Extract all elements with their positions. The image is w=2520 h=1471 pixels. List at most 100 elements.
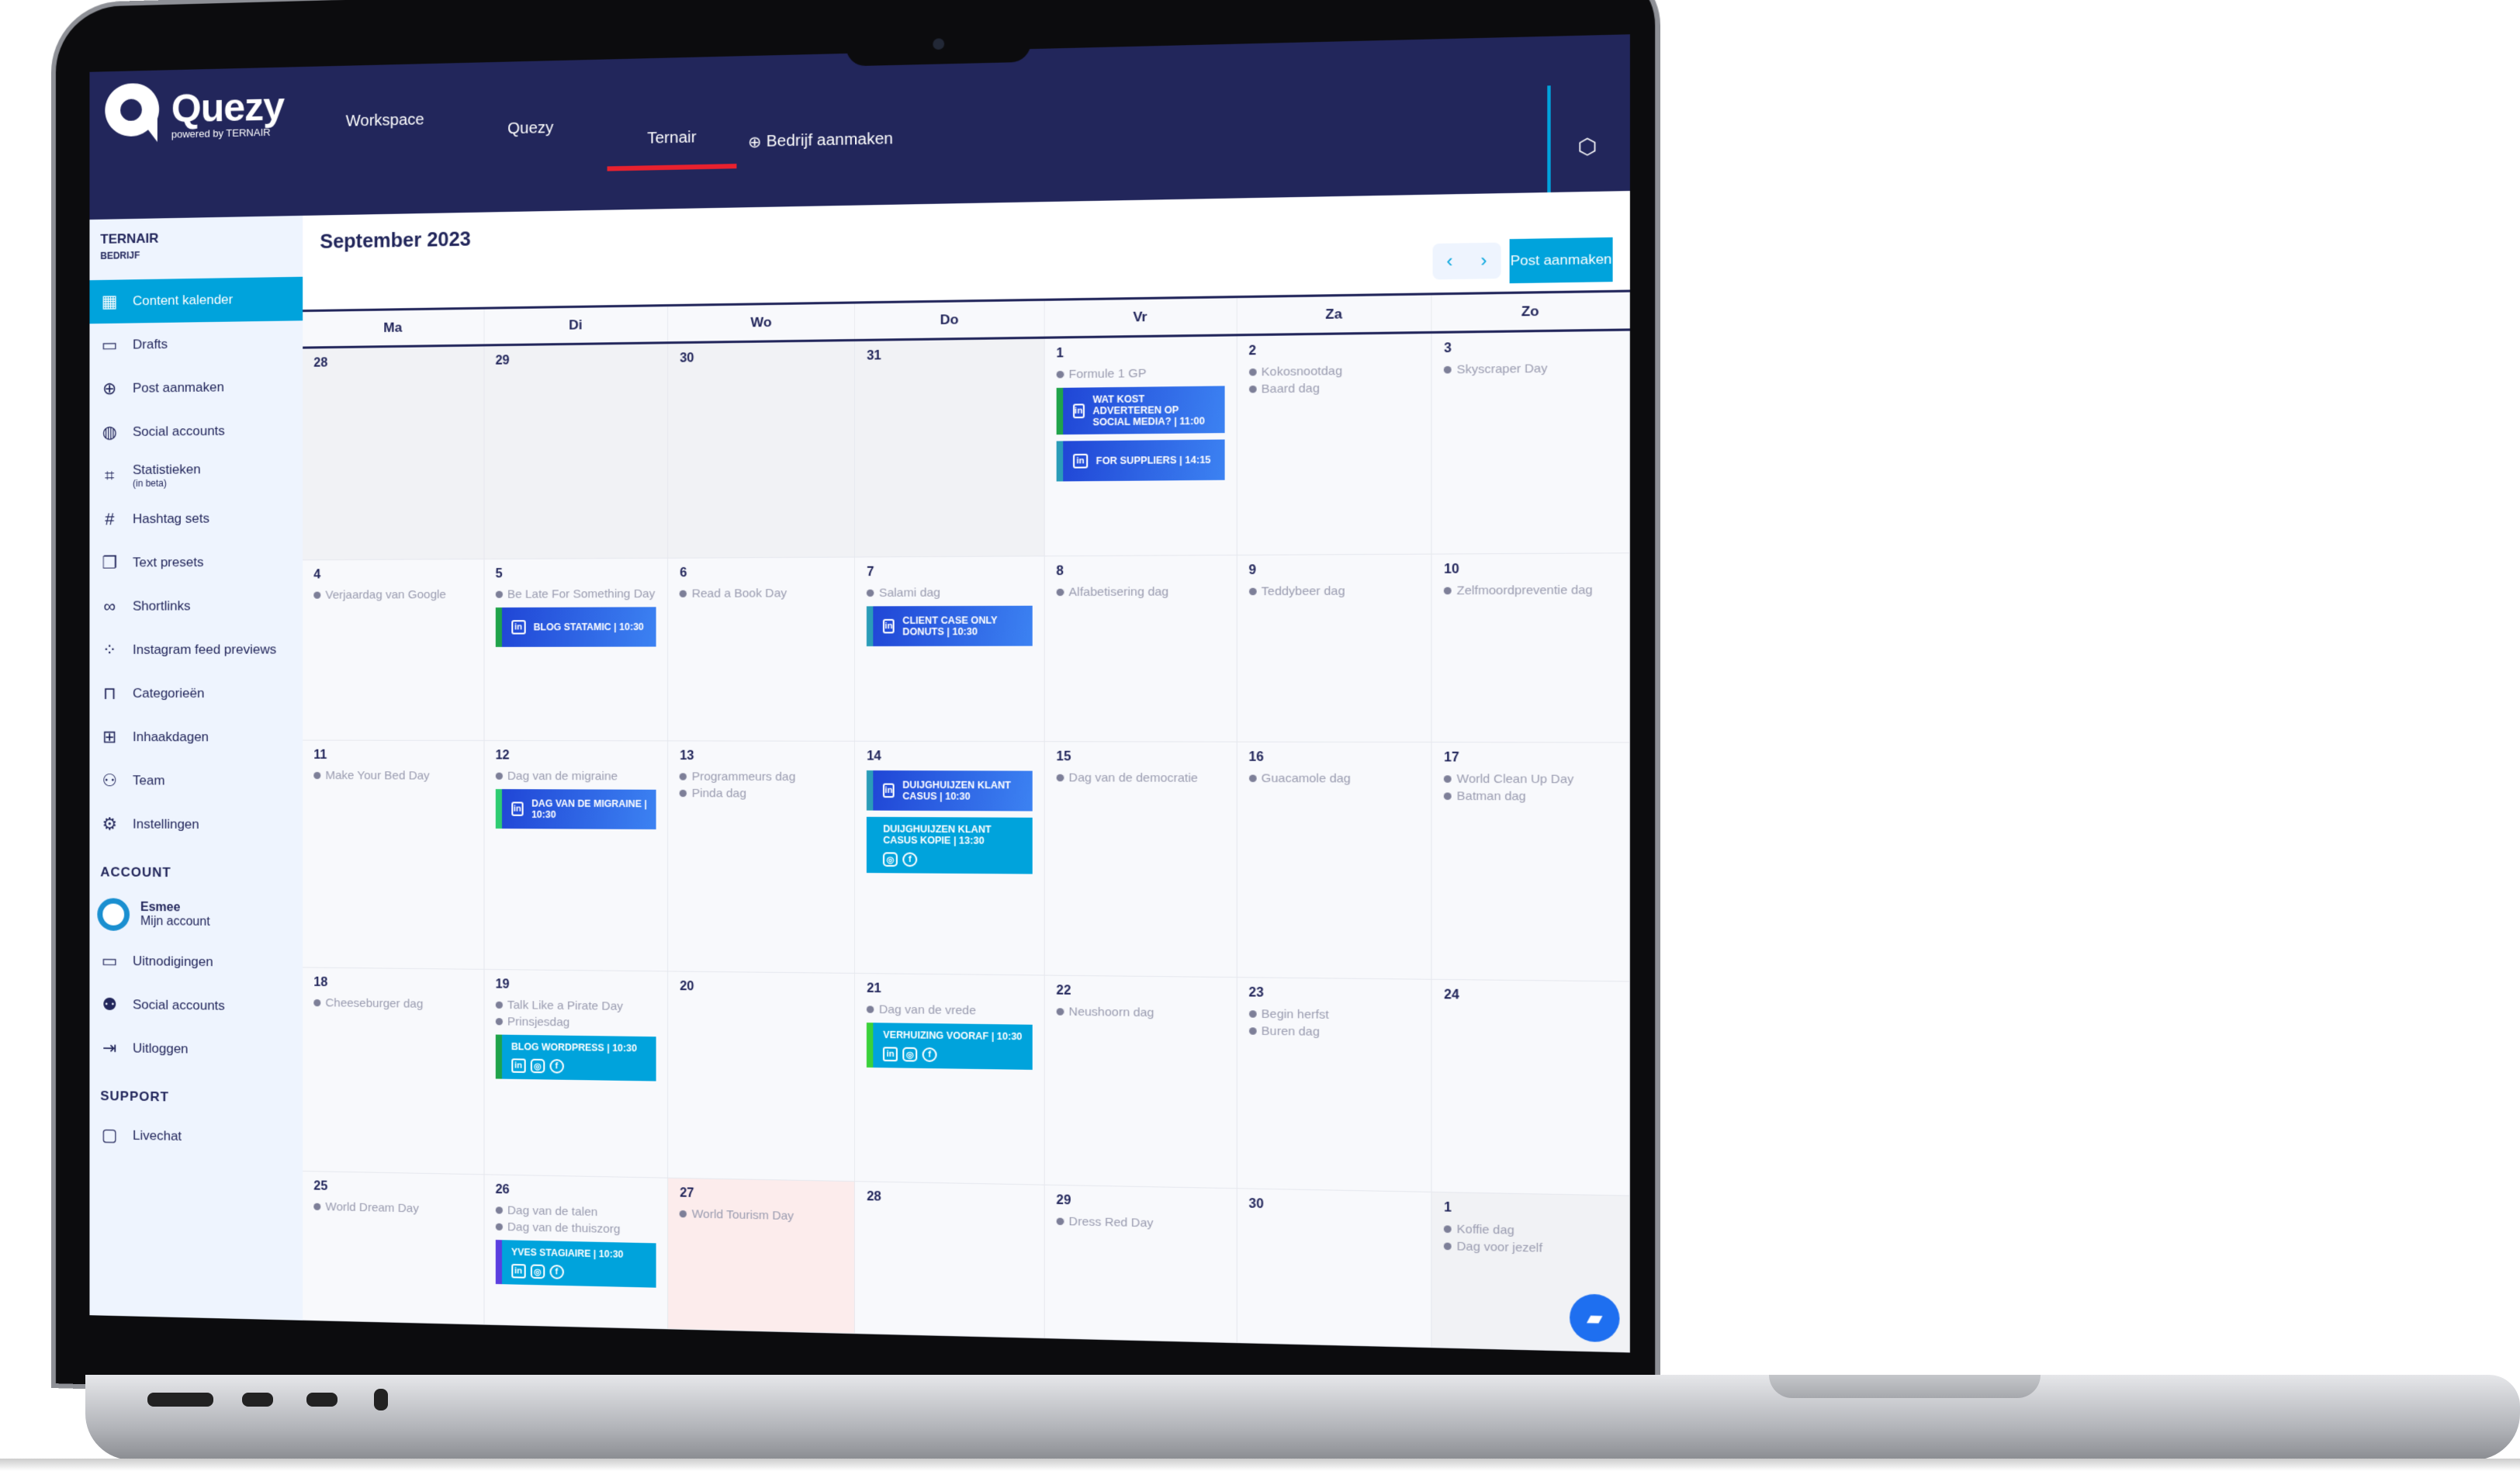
day-cell[interactable]: 24: [1431, 979, 1630, 1196]
holiday-item[interactable]: Verjaardag van Google: [313, 588, 472, 602]
holiday-item[interactable]: World Dream Day: [313, 1200, 472, 1217]
day-cell[interactable]: 28: [303, 346, 485, 561]
chevron-right-icon[interactable]: ›: [1480, 250, 1487, 272]
tab-ternair[interactable]: Ternair: [607, 127, 737, 171]
scheduled-post[interactable]: in BLOG STATAMIC | 10:30: [495, 607, 657, 647]
holiday-item[interactable]: Dag van de talen: [495, 1203, 657, 1220]
scheduled-post[interactable]: BLOG WORDPRESS | 10:30 in ◎ f: [495, 1034, 657, 1082]
scheduled-post[interactable]: in FOR SUPPLIERS | 14:15: [1056, 439, 1225, 482]
sidebar-item-text-presets[interactable]: ❐ Text presets: [89, 540, 303, 585]
scheduled-post[interactable]: YVES STAGIAIRE | 10:30 in ◎ f: [495, 1240, 657, 1288]
scheduled-post[interactable]: VERHUIZING VOORAF | 10:30 in ◎ f: [867, 1023, 1033, 1070]
holiday-item[interactable]: World Clean Up Day: [1444, 772, 1617, 787]
cube-icon[interactable]: ⬡: [1577, 134, 1597, 160]
day-cell[interactable]: 29 Dress Red Day: [1044, 1185, 1238, 1344]
holiday-item[interactable]: Koffie dag: [1444, 1222, 1617, 1239]
holiday-item[interactable]: Prinsjesdag: [495, 1015, 657, 1030]
holiday-item[interactable]: Pinda dag: [680, 787, 843, 801]
day-cell[interactable]: 31: [855, 338, 1045, 558]
sidebar-item-drafts[interactable]: ▭ Drafts: [89, 320, 303, 367]
tab-quezy[interactable]: Quezy: [507, 119, 553, 162]
scheduled-post[interactable]: in WAT KOST ADVERTEREN OP SOCIAL MEDIA? |…: [1056, 386, 1225, 435]
day-cell[interactable]: 25 World Dream Day: [303, 1171, 485, 1325]
create-post-button[interactable]: Post aanmaken: [1509, 237, 1613, 284]
holiday-item[interactable]: Be Late For Something Day: [495, 587, 657, 601]
day-cell[interactable]: 16 Guacamole dag: [1237, 742, 1432, 980]
sidebar-item-social-accounts[interactable]: ◍ Social accounts: [89, 408, 303, 454]
sidebar-item-uitnodigingen[interactable]: ▭ Uitnodigingen: [89, 939, 303, 985]
day-cell[interactable]: 27 World Tourism Day: [668, 1178, 856, 1334]
day-cell[interactable]: 21 Dag van de vrede VERHUIZING VOORAF | 10…: [855, 973, 1045, 1185]
holiday-item[interactable]: Formule 1 GP: [1056, 365, 1224, 381]
scheduled-post[interactable]: in DAG VAN DE MIGRAINE | 10:30: [495, 789, 657, 830]
livechat-button[interactable]: ▰: [1570, 1293, 1620, 1343]
day-cell[interactable]: 22 Neushoorn dag: [1044, 975, 1238, 1189]
holiday-item[interactable]: Batman dag: [1444, 789, 1617, 804]
sidebar-item-social-accounts[interactable]: ⚉ Social accounts: [89, 983, 303, 1030]
holiday-item[interactable]: Baard dag: [1248, 380, 1419, 396]
holiday-item[interactable]: Dag van de democratie: [1056, 771, 1224, 785]
holiday-item[interactable]: Programmeurs dag: [680, 770, 843, 784]
holiday-item[interactable]: Talk Like a Pirate Day: [495, 999, 657, 1014]
day-cell[interactable]: 26 Dag van de talen Dag van de thuiszorg YV…: [484, 1175, 669, 1330]
holiday-item[interactable]: Neushoorn dag: [1056, 1005, 1224, 1020]
sidebar-item-instagram-feed-previews[interactable]: ⁘ Instagram feed previews: [89, 628, 303, 672]
scheduled-post[interactable]: DUIJGHUIJZEN KLANT CASUS KOPIE | 13:30 ◎ f: [867, 816, 1033, 874]
holiday-item[interactable]: Dag van de migraine: [495, 770, 657, 784]
day-cell[interactable]: 29: [484, 344, 669, 560]
holiday-item[interactable]: Make Your Bed Day: [313, 769, 472, 783]
sidebar-item-team[interactable]: ⚇ Team: [89, 759, 303, 803]
holiday-item[interactable]: Dress Red Day: [1056, 1214, 1224, 1231]
day-cell[interactable]: 30: [1237, 1189, 1432, 1348]
holiday-item[interactable]: Zelfmoordpreventie dag: [1444, 583, 1617, 598]
day-cell[interactable]: 23 Begin herfst Buren dag: [1237, 978, 1432, 1192]
sidebar-item-content-kalender[interactable]: ▦ Content kalender: [89, 276, 303, 324]
sidebar-item-uitloggen[interactable]: ⇥ Uitloggen: [89, 1026, 303, 1073]
holiday-item[interactable]: Teddybeer dag: [1248, 584, 1419, 599]
day-cell[interactable]: 2 Kokosnootdag Baard dag: [1237, 334, 1432, 556]
day-cell[interactable]: 13 Programmeurs dag Pinda dag: [668, 741, 856, 974]
scheduled-post[interactable]: in CLIENT CASE ONLY DONUTS | 10:30: [867, 605, 1033, 647]
day-cell[interactable]: 17 World Clean Up Day Batman dag: [1431, 742, 1630, 982]
holiday-item[interactable]: Kokosnootdag: [1248, 363, 1419, 379]
holiday-item[interactable]: World Tourism Day: [680, 1207, 843, 1224]
holiday-item[interactable]: Read a Book Day: [680, 587, 843, 601]
day-cell[interactable]: 28: [855, 1182, 1045, 1339]
sidebar-item-categorie-n[interactable]: ⊓ Categorieën: [89, 672, 303, 716]
quezy-logo[interactable]: Quezy powered by TERNAIR: [100, 75, 284, 150]
user-account[interactable]: Esmee Mijn account: [89, 889, 303, 941]
sidebar-item-shortlinks[interactable]: ∞ Shortlinks: [89, 584, 303, 628]
day-cell[interactable]: 8 Alfabetisering dag: [1044, 555, 1238, 742]
holiday-item[interactable]: Dag van de vrede: [867, 1002, 1033, 1018]
holiday-item[interactable]: Dag voor jezelf: [1444, 1239, 1617, 1257]
day-cell[interactable]: 30: [668, 341, 856, 559]
create-company-button[interactable]: ⊕ Bedrijf aanmaken: [748, 130, 893, 177]
day-cell[interactable]: 6 Read a Book Day: [668, 557, 856, 742]
day-cell[interactable]: 10 Zelfmoordpreventie dag: [1431, 553, 1630, 743]
day-cell[interactable]: 20: [668, 971, 856, 1182]
my-account-link[interactable]: Mijn account: [140, 915, 210, 929]
sidebar-item-livechat[interactable]: ▢ Livechat: [89, 1113, 303, 1161]
day-cell[interactable]: 15 Dag van de democratie: [1044, 742, 1238, 978]
holiday-item[interactable]: Begin herfst: [1248, 1007, 1419, 1023]
day-cell[interactable]: 9 Teddybeer dag: [1237, 554, 1432, 743]
sidebar-item-hashtag-sets[interactable]: # Hashtag sets: [89, 496, 303, 541]
scheduled-post[interactable]: in DUIJGHUIJZEN KLANT CASUS | 10:30: [867, 770, 1033, 812]
holiday-item[interactable]: Cheeseburger dag: [313, 996, 472, 1012]
day-cell[interactable]: 12 Dag van de migraine in DAG VAN DE MIGRAI…: [484, 740, 669, 972]
day-cell[interactable]: 5 Be Late For Something Day in BLOG STATAMI…: [484, 558, 669, 742]
holiday-item[interactable]: Alfabetisering dag: [1056, 585, 1224, 600]
holiday-item[interactable]: Buren dag: [1248, 1024, 1419, 1040]
chevron-left-icon[interactable]: ‹: [1446, 251, 1452, 272]
holiday-item[interactable]: Skyscraper Day: [1444, 361, 1617, 377]
day-cell[interactable]: 4 Verjaardag van Google: [303, 559, 485, 741]
holiday-item[interactable]: Dag van de thuiszorg: [495, 1220, 657, 1237]
day-cell[interactable]: 14 in DUIJGHUIJZEN KLANT CASUS | 10:30 DUIJ…: [855, 741, 1045, 976]
sidebar-item-inhaakdagen[interactable]: ⊞ Inhaakdagen: [89, 715, 303, 760]
sidebar-item-instellingen[interactable]: ⚙ Instellingen: [89, 802, 303, 847]
day-cell[interactable]: 7 Salami dag in CLIENT CASE ONLY DONUTS | 1…: [855, 556, 1045, 742]
sidebar-item-statistieken[interactable]: ⌗ Statistieken (in beta): [89, 452, 303, 498]
day-cell[interactable]: 11 Make Your Bed Day: [303, 740, 485, 970]
day-cell[interactable]: 3 Skyscraper Day: [1431, 331, 1630, 555]
sidebar-item-post-aanmaken[interactable]: ⊕ Post aanmaken: [89, 365, 303, 411]
